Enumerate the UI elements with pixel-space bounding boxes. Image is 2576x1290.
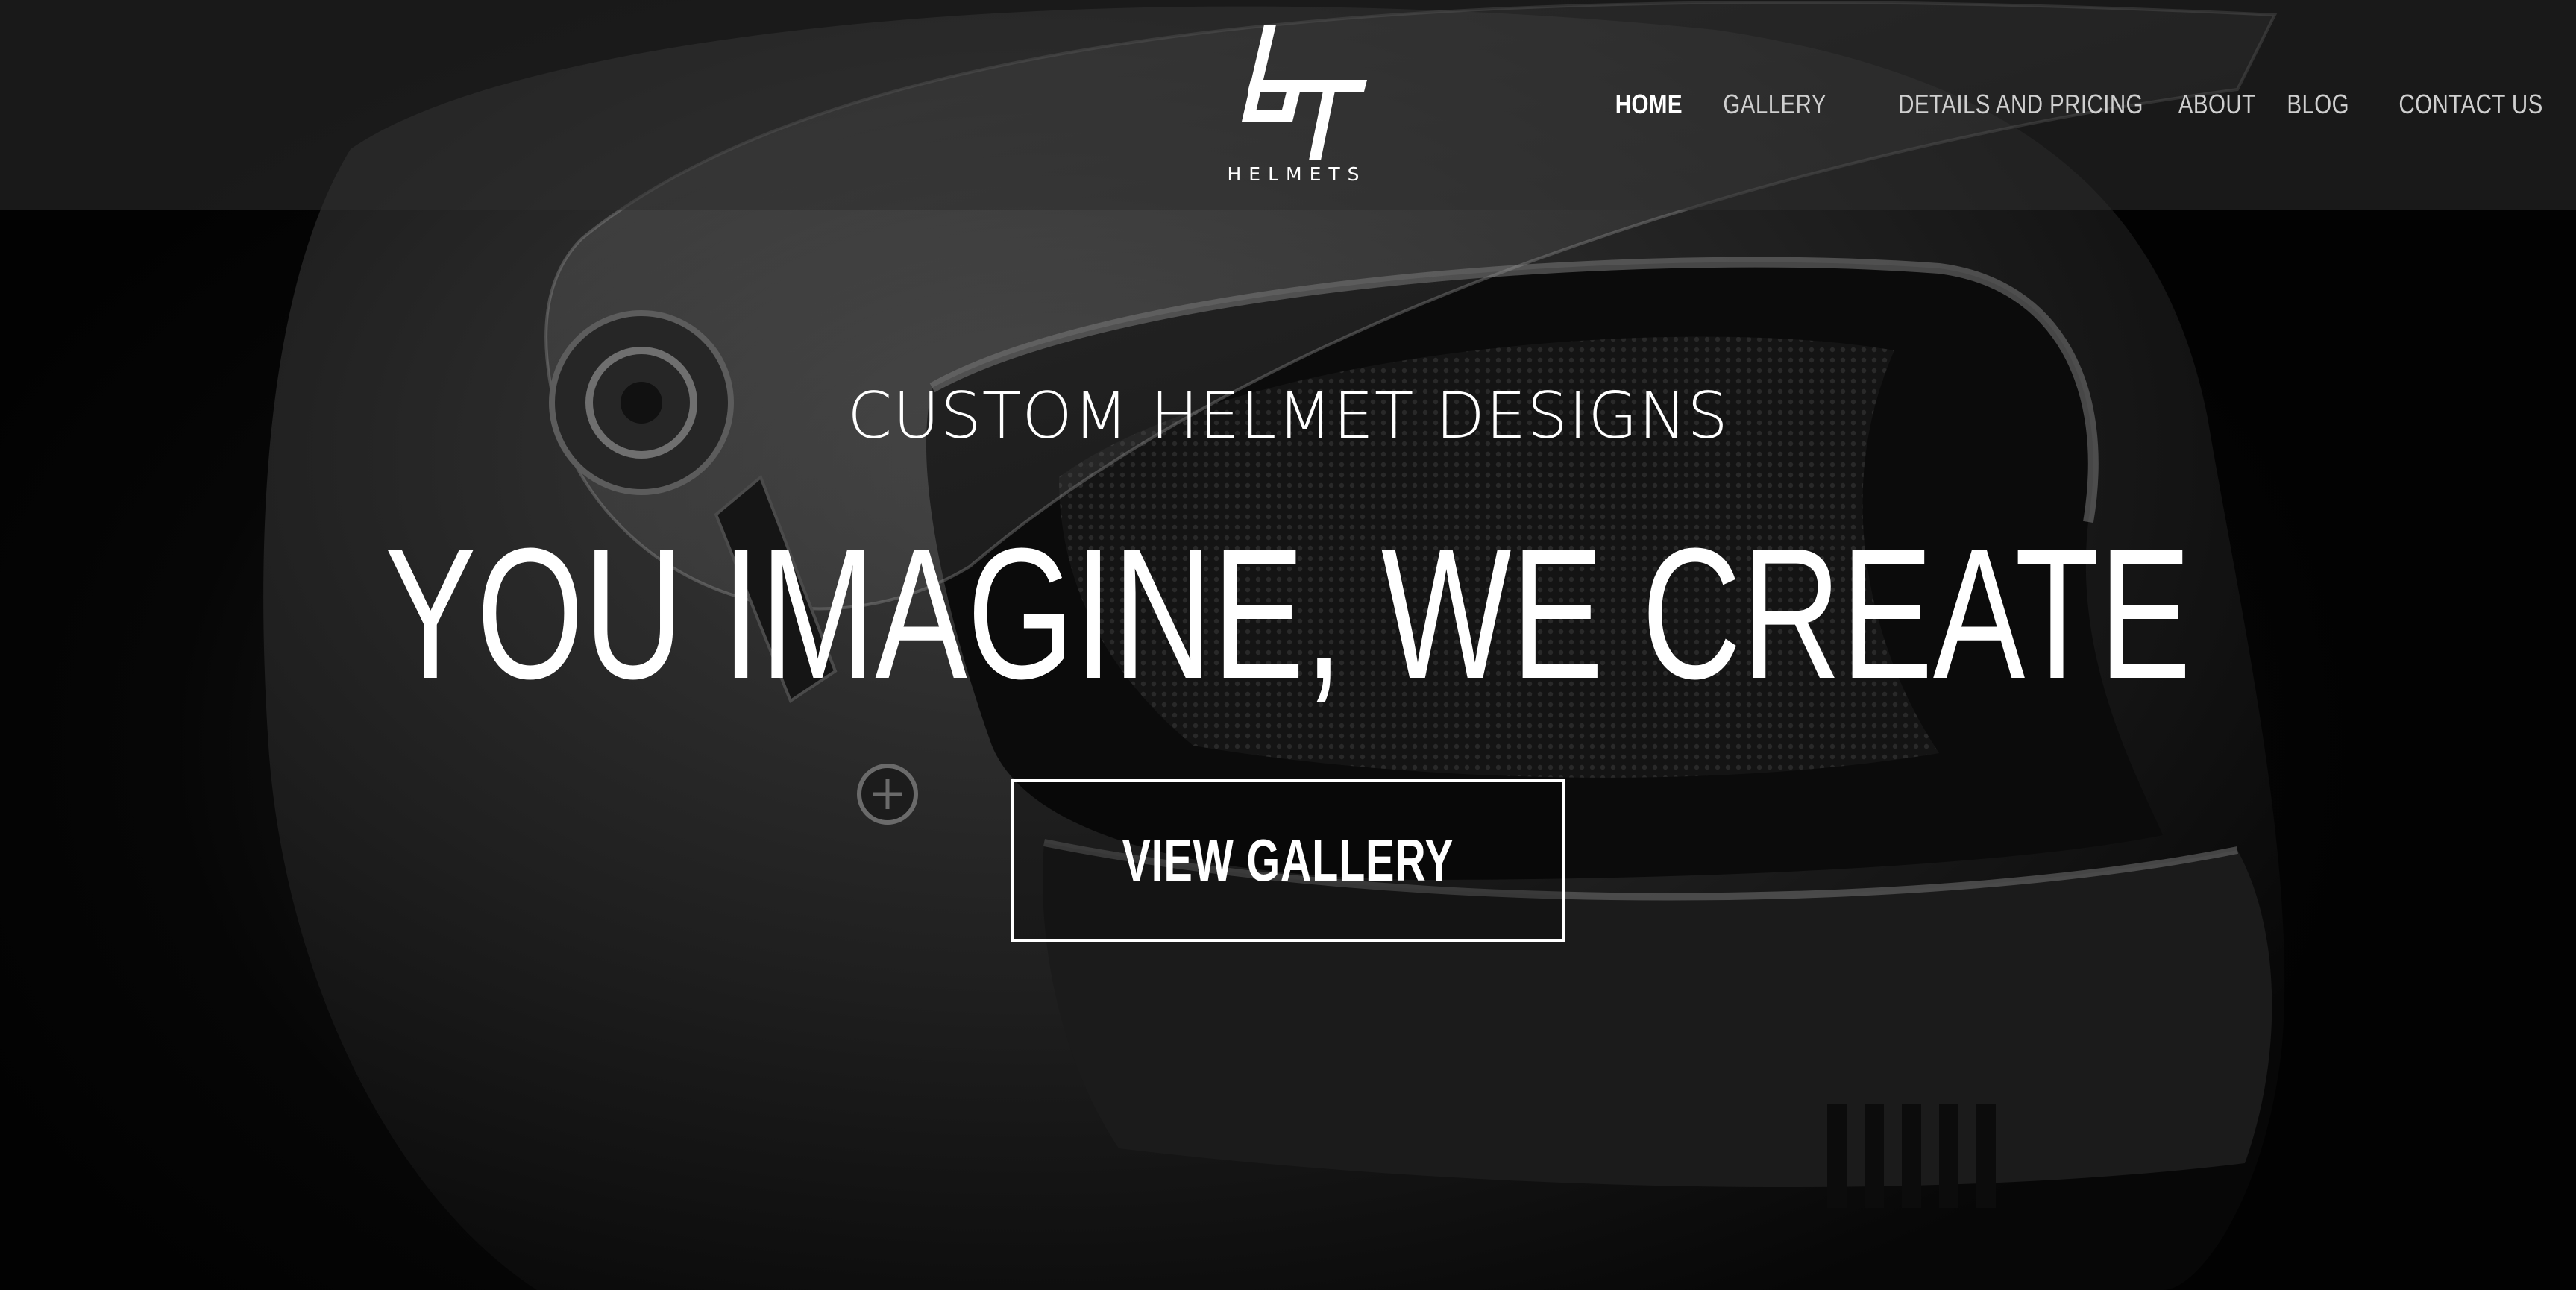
- hero-title: YOU IMAGINE, WE CREATE: [0, 520, 2576, 707]
- view-gallery-label: VIEW GALLERY: [1122, 827, 1454, 893]
- nav-item-about[interactable]: ABOUT: [2178, 89, 2256, 120]
- nav-item-details-and-pricing[interactable]: DETAILS AND PRICING: [1898, 89, 2143, 120]
- main-nav: HOME GALLERY DETAILS AND PRICING ABOUT B…: [1615, 84, 2543, 125]
- logo-wordmark: HELMETS: [1227, 163, 1367, 185]
- nav-item-contact-us[interactable]: CONTACT US: [2399, 89, 2543, 120]
- nav-item-gallery[interactable]: GALLERY: [1723, 89, 1826, 120]
- nav-item-home[interactable]: HOME: [1615, 89, 1683, 120]
- nav-item-blog[interactable]: BLOG: [2287, 89, 2350, 120]
- hero-subtitle: CUSTOM HELMET DESIGNS: [847, 379, 1729, 453]
- hero-page: HELMETS HOME GALLERY DETAILS AND PRICING…: [0, 0, 2576, 1290]
- hero-title-text: YOU IMAGINE, WE CREATE: [384, 509, 2192, 717]
- view-gallery-button[interactable]: VIEW GALLERY: [1011, 779, 1565, 942]
- brand-logo[interactable]: HELMETS: [1212, 19, 1376, 198]
- bt-logo-mark-icon: [1242, 25, 1367, 160]
